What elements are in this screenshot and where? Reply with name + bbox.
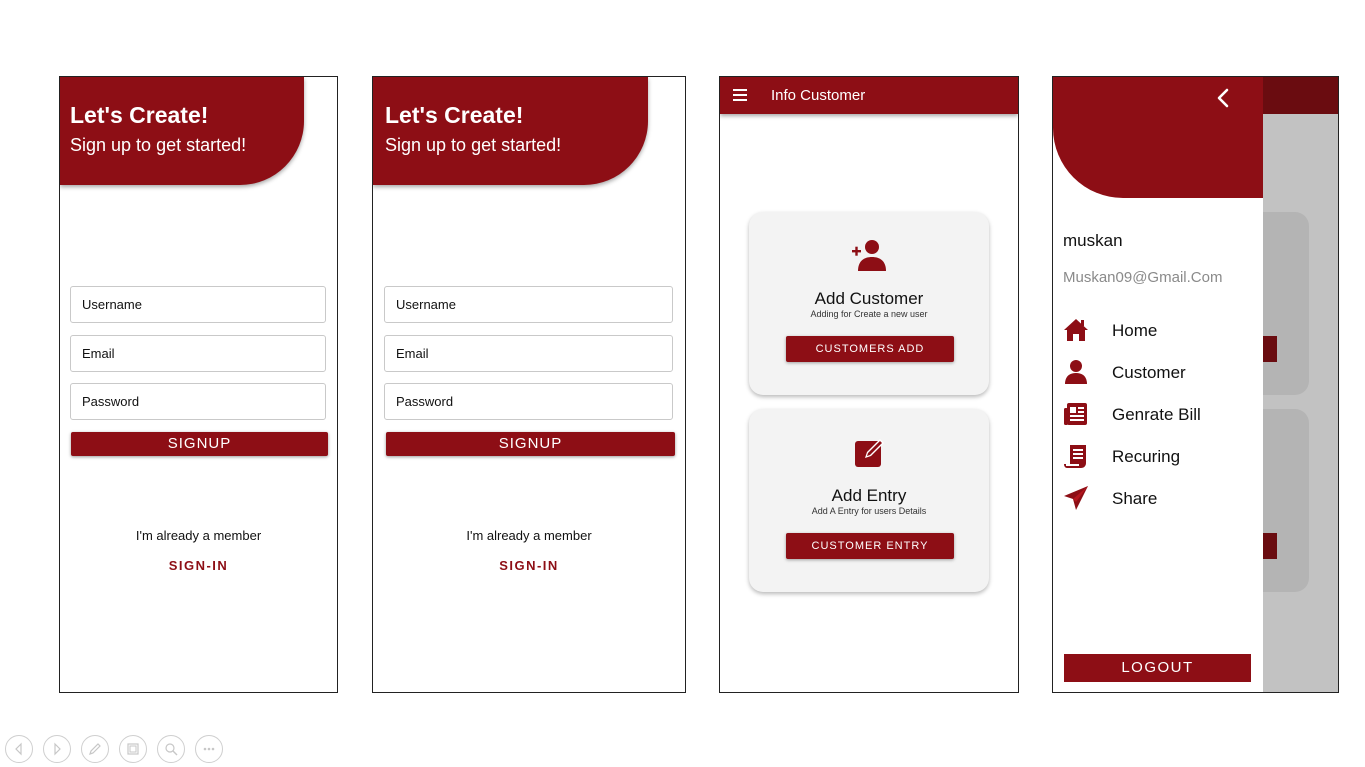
card-subtitle: Add A Entry for users Details bbox=[811, 506, 927, 516]
signup-screen-2: Let's Create! Sign up to get started! SI… bbox=[372, 76, 686, 693]
slides-icon[interactable] bbox=[119, 735, 147, 763]
signup-button[interactable]: SIGNUP bbox=[386, 432, 675, 456]
nav-label: Recuring bbox=[1112, 447, 1181, 466]
username-input[interactable] bbox=[384, 286, 673, 323]
previous-icon[interactable] bbox=[5, 735, 33, 763]
signup-header: Let's Create! Sign up to get started! bbox=[60, 77, 304, 185]
chevron-left-icon[interactable] bbox=[1213, 87, 1235, 109]
more-icon[interactable] bbox=[195, 735, 223, 763]
member-text: I'm already a member bbox=[135, 528, 262, 543]
card-title: Add Customer bbox=[814, 289, 924, 308]
paper-plane-icon bbox=[1064, 486, 1088, 510]
signin-link[interactable]: SIGN-IN bbox=[373, 558, 685, 573]
add-customer-card: Add Customer Adding for Create a new use… bbox=[749, 212, 989, 395]
email-input[interactable] bbox=[384, 335, 673, 372]
drawer-screen: muskan Muskan09@Gmail.Com Home Customer bbox=[1052, 76, 1339, 693]
navigation-drawer: muskan Muskan09@Gmail.Com Home Customer bbox=[1053, 77, 1263, 692]
card-title: Add Entry bbox=[831, 486, 907, 505]
receipt-icon bbox=[1064, 445, 1086, 468]
pen-icon[interactable] bbox=[81, 735, 109, 763]
nav-label: Home bbox=[1112, 321, 1158, 340]
zoom-icon[interactable] bbox=[157, 735, 185, 763]
signup-subtitle: Sign up to get started! bbox=[385, 135, 562, 155]
customer-entry-button[interactable]: CUSTOMER ENTRY bbox=[786, 533, 954, 559]
add-person-icon bbox=[852, 240, 886, 271]
person-icon bbox=[1065, 360, 1087, 384]
password-input[interactable] bbox=[384, 383, 673, 420]
nav-item-genrate-bill[interactable]: Genrate Bill bbox=[1063, 401, 1253, 429]
email-input[interactable] bbox=[70, 335, 326, 372]
app-bar-title: Info Customer bbox=[771, 87, 866, 104]
signin-link[interactable]: SIGN-IN bbox=[60, 558, 337, 573]
drawer-username: muskan bbox=[1063, 231, 1123, 250]
signup-title: Let's Create! bbox=[70, 102, 209, 128]
nav-item-share[interactable]: Share bbox=[1063, 485, 1253, 513]
newspaper-icon bbox=[1064, 403, 1087, 425]
hamburger-menu-icon[interactable] bbox=[733, 89, 747, 101]
edit-note-icon bbox=[855, 439, 884, 467]
signup-title: Let's Create! bbox=[385, 102, 524, 128]
drawer-header bbox=[1053, 77, 1263, 198]
nav-item-recuring[interactable]: Recuring bbox=[1063, 443, 1253, 471]
username-input[interactable] bbox=[70, 286, 326, 323]
nav-label: Genrate Bill bbox=[1112, 405, 1201, 424]
logout-button[interactable]: LOGOUT bbox=[1064, 654, 1251, 682]
drawer-email: Muskan09@Gmail.Com bbox=[1063, 269, 1223, 286]
dimmed-app-bar bbox=[1263, 77, 1338, 114]
card-subtitle: Adding for Create a new user bbox=[810, 309, 928, 319]
signup-screen-1: Let's Create! Sign up to get started! SI… bbox=[59, 76, 338, 693]
nav-label: Share bbox=[1112, 489, 1158, 508]
next-icon[interactable] bbox=[43, 735, 71, 763]
app-bar: Info Customer bbox=[720, 77, 1018, 114]
signup-button[interactable]: SIGNUP bbox=[71, 432, 328, 456]
drawer-scrim[interactable] bbox=[1263, 114, 1338, 692]
nav-item-home[interactable]: Home bbox=[1063, 317, 1253, 345]
nav-label: Customer bbox=[1112, 363, 1186, 382]
password-input[interactable] bbox=[70, 383, 326, 420]
signup-subtitle: Sign up to get started! bbox=[70, 135, 247, 155]
add-entry-card: Add Entry Add A Entry for users Details … bbox=[749, 409, 989, 592]
customers-add-button[interactable]: CUSTOMERS ADD bbox=[786, 336, 954, 362]
member-text: I'm already a member bbox=[466, 528, 592, 543]
signup-header: Let's Create! Sign up to get started! bbox=[373, 77, 648, 185]
nav-item-customer[interactable]: Customer bbox=[1063, 359, 1253, 387]
info-customer-screen: Info Customer Add Customer Adding for Cr… bbox=[719, 76, 1019, 693]
home-icon bbox=[1064, 319, 1088, 341]
